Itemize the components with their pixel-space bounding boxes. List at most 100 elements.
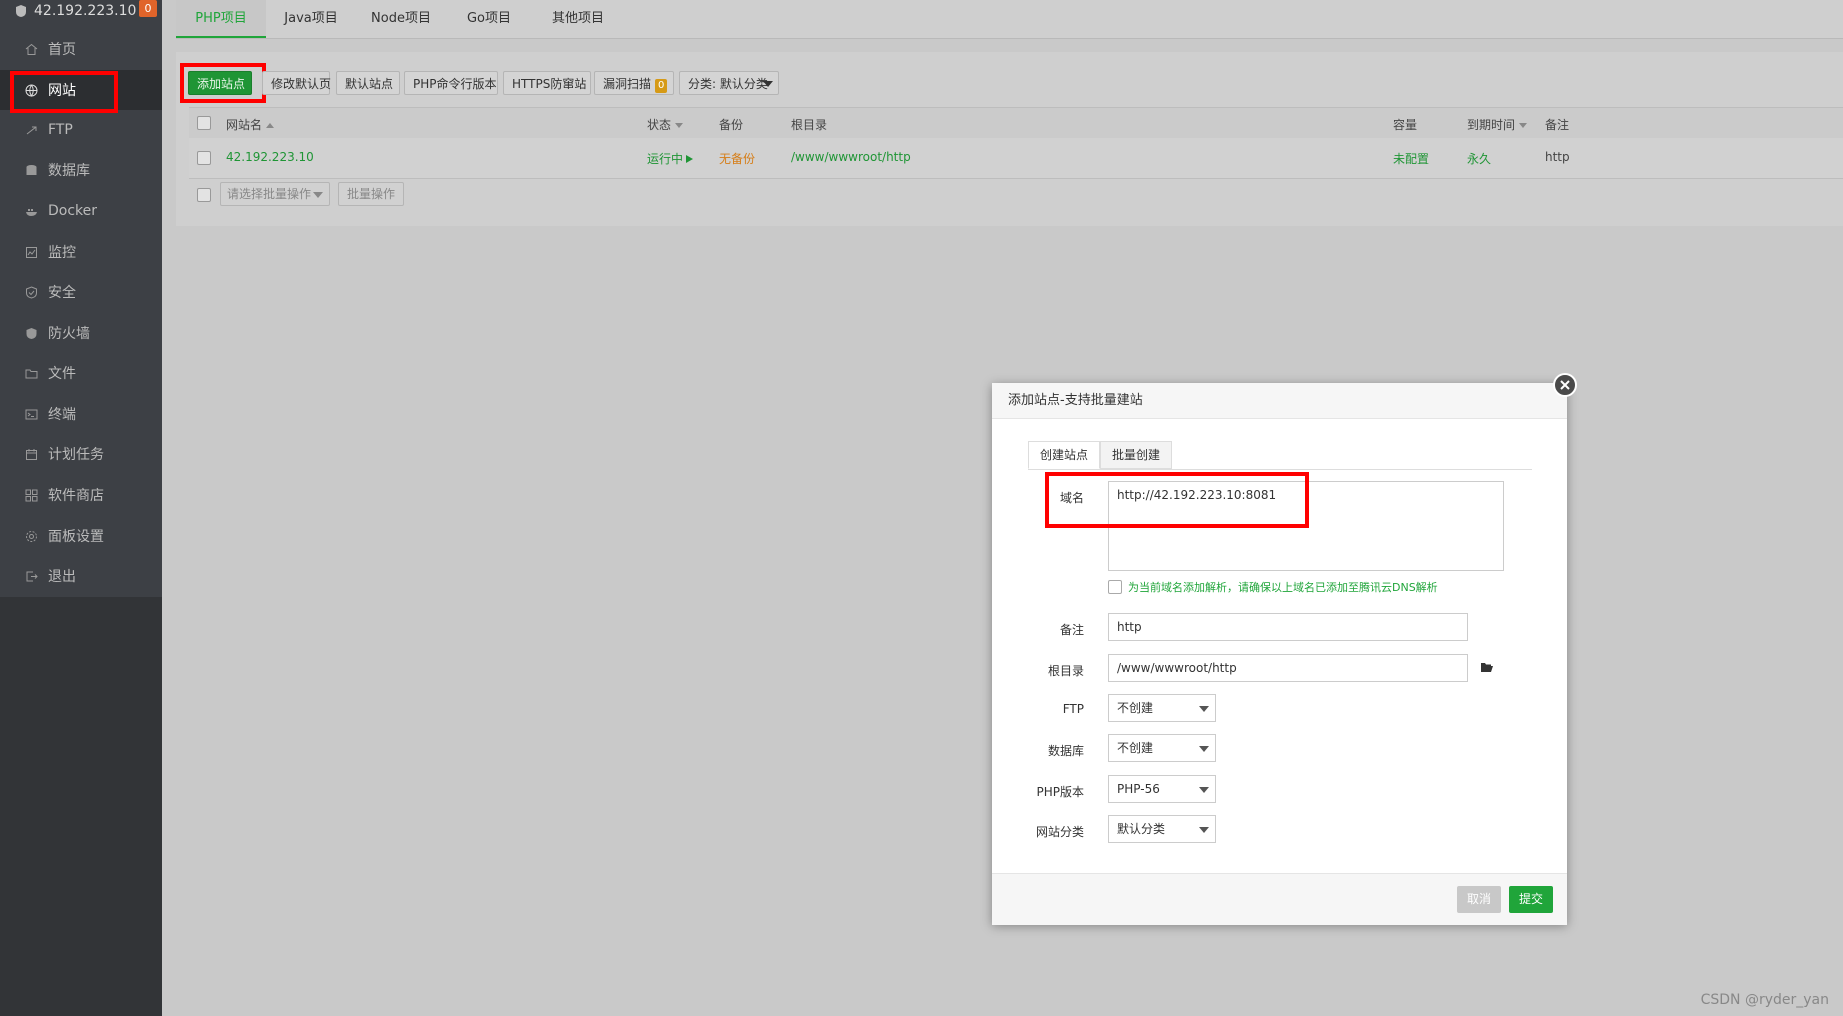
dialog-close-button[interactable] <box>1553 373 1577 397</box>
table-header: 网站名 状态 备份 根目录 容量 到期时间 备注 <box>189 107 1843 139</box>
logout-icon <box>24 569 38 583</box>
sidebar-item-label: 退出 <box>48 569 76 585</box>
dialog-tabs: 创建站点 批量创建 <box>1028 441 1532 470</box>
sidebar-item-cron[interactable]: 计划任务 <box>0 434 162 474</box>
globe-icon <box>24 83 38 97</box>
table-row: 42.192.223.10 运行中 无备份 /www/wwwroot/http … <box>189 138 1843 179</box>
add-site-dialog: 添加站点-支持批量建站 创建站点 批量创建 域名 http://42.192.2… <box>992 383 1567 925</box>
site-category-select[interactable]: 默认分类 <box>1108 815 1216 843</box>
sidebar-item-website[interactable]: 网站 <box>0 70 162 110</box>
ftp-select[interactable]: 不创建 <box>1108 694 1216 722</box>
php-version-value: PHP-56 <box>1117 782 1160 796</box>
sidebar-item-settings[interactable]: 面板设置 <box>0 516 162 556</box>
gear-icon <box>24 529 38 543</box>
https-guard-button[interactable]: HTTPS防窜站 <box>503 71 591 95</box>
shield-icon <box>24 285 38 299</box>
vuln-scan-button[interactable]: 漏洞扫描 0 <box>594 71 674 95</box>
sidebar-header: 42.192.223.10 <box>0 0 162 22</box>
row-checkbox[interactable] <box>197 151 211 165</box>
chevron-down-icon <box>1199 827 1209 833</box>
sidebar-item-label: 计划任务 <box>48 447 104 463</box>
database-icon <box>24 163 38 177</box>
sidebar-item-database[interactable]: 数据库 <box>0 150 162 190</box>
tab-php[interactable]: PHP项目 <box>176 0 266 38</box>
category-dropdown[interactable]: 分类: 默认分类 <box>679 71 779 95</box>
submit-button[interactable]: 提交 <box>1509 886 1554 913</box>
sidebar-item-label: 软件商店 <box>48 488 104 504</box>
site-note[interactable]: http <box>1545 150 1570 164</box>
sidebar-item-label: 面板设置 <box>48 529 104 545</box>
tab-create-site[interactable]: 创建站点 <box>1028 441 1100 469</box>
cancel-button[interactable]: 取消 <box>1457 886 1502 913</box>
root-label: 根目录 <box>1047 664 1084 678</box>
sidebar-item-terminal[interactable]: 终端 <box>0 394 162 434</box>
dns-resolve-option[interactable]: 为当前域名添加解析，请确保以上域名已添加至腾讯云DNS解析 <box>1108 579 1438 595</box>
sidebar-item-label: 安全 <box>48 285 76 301</box>
site-expire[interactable]: 永久 <box>1467 150 1491 167</box>
chevron-down-icon <box>1199 706 1209 712</box>
tab-batch-create[interactable]: 批量创建 <box>1100 441 1172 469</box>
sidebar-item-label: FTP <box>48 122 73 138</box>
folder-icon <box>24 366 38 380</box>
sidebar-item-label: 数据库 <box>48 163 90 179</box>
chevron-down-icon <box>763 81 773 87</box>
sidebar-item-label: 终端 <box>48 407 76 423</box>
sidebar-item-logout[interactable]: 退出 <box>0 556 162 596</box>
header-expire[interactable]: 到期时间 <box>1467 116 1528 133</box>
sidebar-item-label: 文件 <box>48 366 76 382</box>
sidebar-item-label: 防火墙 <box>48 326 90 342</box>
tab-other[interactable]: 其他项目 <box>532 0 624 38</box>
batch-checkbox[interactable] <box>197 188 211 202</box>
tab-java[interactable]: Java项目 <box>266 0 356 38</box>
batch-select-label: 请选择批量操作 <box>227 187 312 201</box>
apps-icon <box>24 488 38 502</box>
chevron-down-icon <box>313 192 323 198</box>
sidebar-item-store[interactable]: 软件商店 <box>0 475 162 515</box>
site-root-link[interactable]: /www/wwwroot/http <box>791 150 911 164</box>
domain-textarea[interactable]: http://42.192.223.10:8081 <box>1108 481 1504 571</box>
domain-label: 域名 <box>1059 491 1084 505</box>
dns-checkbox[interactable] <box>1108 580 1122 594</box>
site-name-link[interactable]: 42.192.223.10 <box>226 150 314 164</box>
notification-badge[interactable]: 0 <box>139 0 157 17</box>
batch-select[interactable]: 请选择批量操作 <box>220 182 330 206</box>
php-cli-button[interactable]: PHP命令行版本 <box>404 71 498 95</box>
ftp-icon <box>24 123 38 137</box>
batch-button[interactable]: 批量操作 <box>338 182 405 206</box>
tab-go[interactable]: Go项目 <box>446 0 532 38</box>
select-all-checkbox[interactable] <box>197 116 211 130</box>
dialog-title: 添加站点-支持批量建站 <box>992 383 1567 419</box>
sidebar-item-monitor[interactable]: 监控 <box>0 232 162 272</box>
docker-icon <box>24 204 38 218</box>
sidebar-item-docker[interactable]: Docker <box>0 191 162 231</box>
close-icon <box>1560 380 1570 390</box>
sidebar-item-home[interactable]: 首页 <box>0 29 162 69</box>
note-label: 备注 <box>1059 623 1084 637</box>
sidebar-item-firewall[interactable]: 防火墙 <box>0 313 162 353</box>
tab-node[interactable]: Node项目 <box>356 0 446 38</box>
folder-open-icon[interactable] <box>1480 661 1494 673</box>
sidebar-item-security[interactable]: 安全 <box>0 272 162 312</box>
server-ip: 42.192.223.10 <box>34 3 137 19</box>
sort-down-icon <box>1519 123 1528 128</box>
header-status-label: 状态 <box>647 118 672 132</box>
site-capacity[interactable]: 未配置 <box>1393 150 1429 167</box>
edit-default-page-button[interactable]: 修改默认页 <box>262 71 331 95</box>
site-status-label: 运行中 <box>647 152 684 166</box>
header-capacity: 容量 <box>1393 118 1418 132</box>
sidebar-item-ftp[interactable]: FTP <box>0 110 162 150</box>
php-version-select[interactable]: PHP-56 <box>1108 775 1216 803</box>
header-name[interactable]: 网站名 <box>226 116 275 133</box>
sidebar-item-files[interactable]: 文件 <box>0 353 162 393</box>
header-status[interactable]: 状态 <box>647 116 684 133</box>
database-select[interactable]: 不创建 <box>1108 734 1216 762</box>
site-status[interactable]: 运行中 <box>647 150 694 167</box>
site-backup[interactable]: 无备份 <box>719 150 755 167</box>
watermark: CSDN @ryder_yan <box>1700 992 1829 1008</box>
play-icon <box>686 155 694 163</box>
default-site-button[interactable]: 默认站点 <box>336 71 400 95</box>
note-input[interactable]: http <box>1108 613 1468 641</box>
add-site-button[interactable]: 添加站点 <box>188 71 252 95</box>
terminal-icon <box>24 407 38 421</box>
root-input[interactable]: /www/wwwroot/http <box>1108 654 1468 682</box>
